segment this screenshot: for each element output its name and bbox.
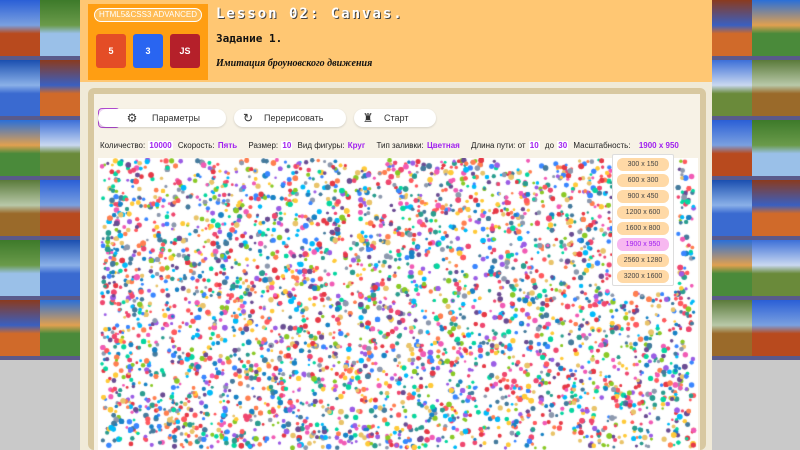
fill-value[interactable]: Цветная bbox=[427, 141, 460, 150]
size-value[interactable]: 10 bbox=[281, 141, 293, 150]
course-badge: HTML5&CSS3 ADVANCED bbox=[94, 8, 202, 22]
redraw-button[interactable]: ↻ Перерисовать bbox=[234, 109, 346, 127]
scale-option[interactable]: 300 x 150 bbox=[617, 158, 669, 171]
start-button-label: Старт bbox=[384, 113, 409, 123]
photo-thumbnail bbox=[40, 180, 80, 240]
photo-thumbnail bbox=[712, 240, 752, 300]
count-label: Количество: bbox=[100, 141, 146, 150]
course-logo: HTML5&CSS3 ADVANCED 5 3 JS bbox=[88, 4, 208, 80]
css3-icon: 3 bbox=[133, 34, 163, 68]
photo-thumbnail bbox=[752, 240, 800, 300]
rocket-icon: ♜ bbox=[362, 111, 374, 125]
count-value[interactable]: 10000 bbox=[148, 141, 173, 150]
scale-option[interactable]: 1200 x 600 bbox=[617, 206, 669, 219]
photo-thumbnail bbox=[40, 240, 80, 300]
brownian-canvas[interactable] bbox=[98, 158, 698, 450]
task-subtitle: Задание 1. bbox=[216, 32, 283, 45]
photo-thumbnail bbox=[712, 300, 752, 360]
scale-option[interactable]: 2560 x 1280 bbox=[617, 254, 669, 267]
shape-value[interactable]: Круг bbox=[348, 141, 365, 150]
speed-label: Скорость: bbox=[177, 141, 215, 150]
photo-thumbnail bbox=[712, 360, 752, 420]
path-to-value[interactable]: 30 bbox=[557, 141, 569, 150]
scale-label: Масштабность: bbox=[573, 141, 631, 150]
photo-thumbnail bbox=[40, 120, 80, 180]
shape-label: Вид фигуры: bbox=[297, 141, 345, 150]
scale-option[interactable]: 600 x 300 bbox=[617, 174, 669, 187]
photo-thumbnail bbox=[712, 60, 752, 120]
path-label: Длина пути: от bbox=[471, 141, 526, 150]
photo-thumbnail bbox=[752, 120, 800, 180]
photo-thumbnail bbox=[712, 180, 752, 240]
photo-thumbnail bbox=[0, 180, 40, 240]
js-icon: JS bbox=[170, 34, 200, 68]
scale-dropdown[interactable]: 300 x 150 600 x 300 900 x 450 1200 x 600 160… bbox=[612, 154, 674, 286]
photo-thumbnail bbox=[752, 180, 800, 240]
photo-thumbnail bbox=[0, 300, 40, 360]
page-container: HTML5&CSS3 ADVANCED 5 3 JS Lesson 02: Ca… bbox=[80, 0, 712, 450]
redraw-button-label: Перерисовать bbox=[264, 113, 324, 123]
fill-label: Тип заливки: bbox=[376, 141, 424, 150]
scale-value[interactable]: 1900 x 950 bbox=[639, 141, 679, 150]
redo-icon: ↻ bbox=[242, 111, 254, 125]
photo-thumbnail bbox=[0, 120, 40, 180]
photo-thumbnail bbox=[0, 240, 40, 300]
scale-option[interactable]: 1600 x 800 bbox=[617, 222, 669, 235]
gear-icon: ⚙ bbox=[126, 111, 138, 125]
start-button[interactable]: ♜ Старт bbox=[354, 109, 436, 127]
params-button[interactable]: ⚙ Параметры bbox=[98, 109, 226, 127]
params-bar: Количество: 10000 Скорость: Пять Размер:… bbox=[100, 141, 682, 150]
photo-thumbnail bbox=[752, 360, 800, 420]
photo-thumbnail bbox=[752, 60, 800, 120]
particles-canvas[interactable] bbox=[98, 158, 698, 450]
photo-thumbnail bbox=[40, 360, 80, 420]
demo-panel: ◎ ⚙ Параметры ↻ Перерисовать ♜ Старт Кол… bbox=[88, 88, 706, 450]
left-photo-strip bbox=[0, 0, 80, 450]
photo-thumbnail bbox=[40, 300, 80, 360]
demo-inner: ◎ ⚙ Параметры ↻ Перерисовать ♜ Старт Кол… bbox=[94, 94, 700, 450]
scale-option[interactable]: 3200 x 1600 bbox=[617, 270, 669, 283]
photo-thumbnail bbox=[0, 60, 40, 120]
task-description: Имитация броуновского движения bbox=[216, 58, 373, 69]
path-from-value[interactable]: 10 bbox=[528, 141, 540, 150]
scale-option[interactable]: 1900 x 950 bbox=[617, 238, 669, 251]
size-label: Размер: bbox=[248, 141, 279, 150]
speed-value[interactable]: Пять bbox=[218, 141, 237, 150]
photo-thumbnail bbox=[752, 0, 800, 60]
photo-thumbnail bbox=[40, 60, 80, 120]
scale-option[interactable]: 900 x 450 bbox=[617, 190, 669, 203]
params-button-label: Параметры bbox=[152, 113, 200, 123]
page-header: HTML5&CSS3 ADVANCED 5 3 JS Lesson 02: Ca… bbox=[80, 0, 712, 82]
photo-thumbnail bbox=[0, 0, 40, 60]
html5-icon: 5 bbox=[96, 34, 126, 68]
photo-thumbnail bbox=[712, 120, 752, 180]
photo-thumbnail bbox=[40, 0, 80, 60]
page-title: Lesson 02: Canvas. bbox=[216, 6, 404, 22]
photo-thumbnail bbox=[712, 0, 752, 60]
right-photo-strip bbox=[712, 0, 800, 450]
photo-thumbnail bbox=[752, 300, 800, 360]
path-to-label: до bbox=[544, 141, 555, 150]
photo-thumbnail bbox=[0, 360, 40, 420]
